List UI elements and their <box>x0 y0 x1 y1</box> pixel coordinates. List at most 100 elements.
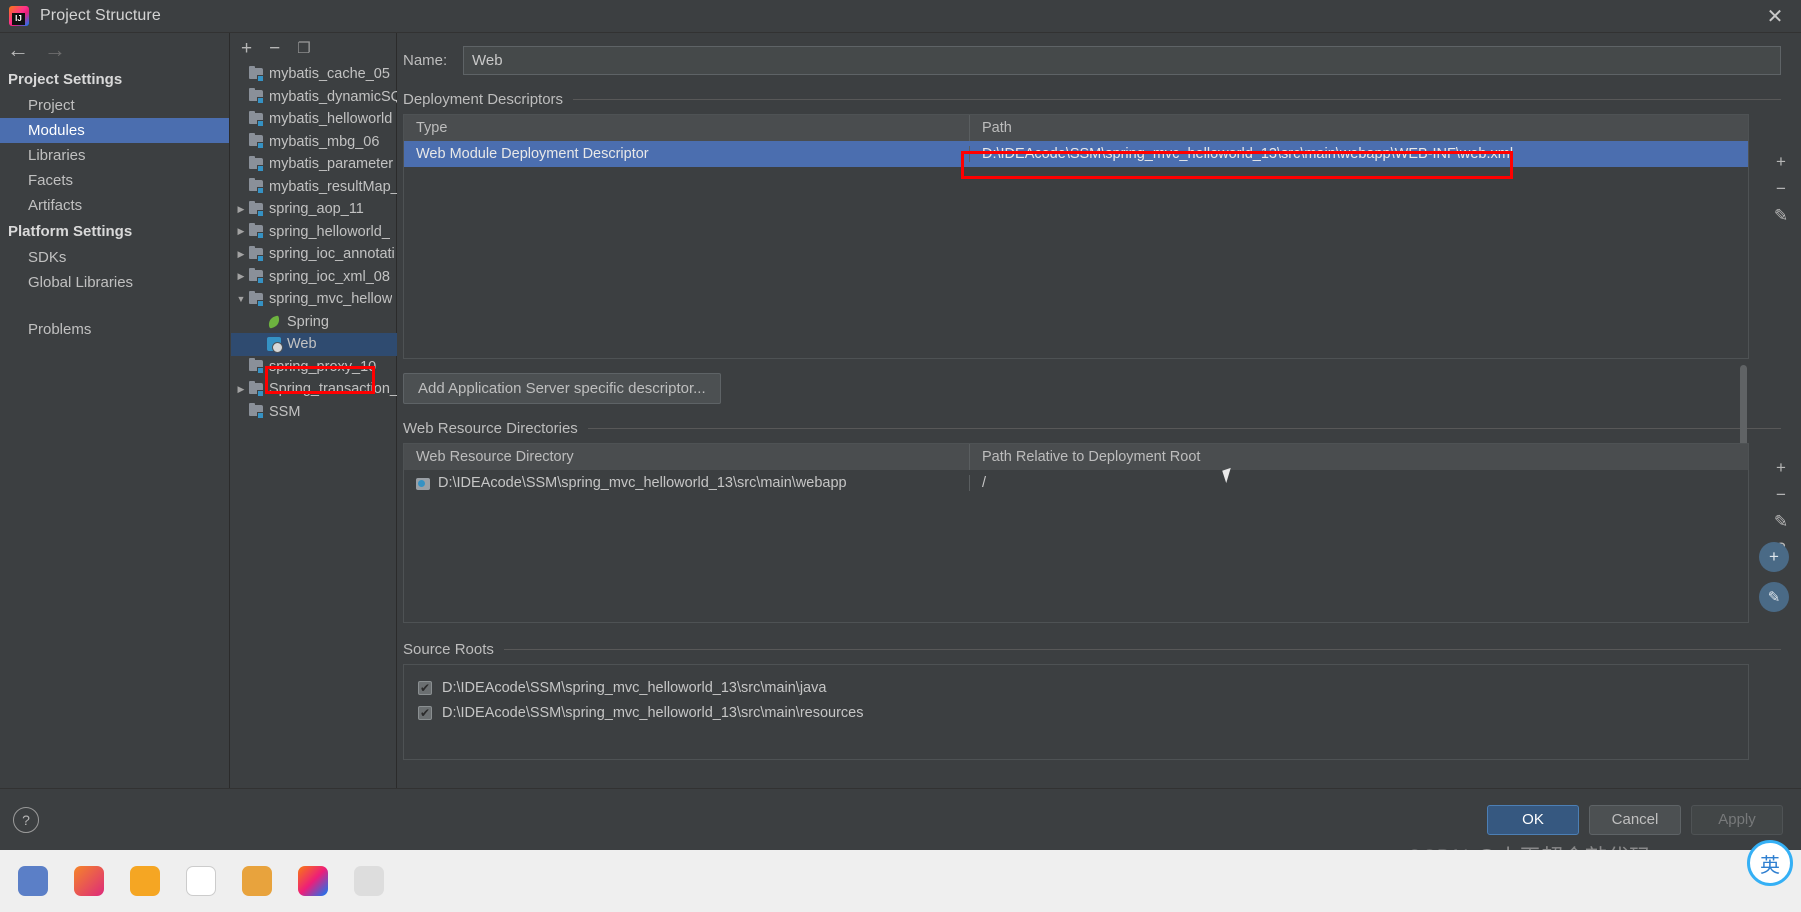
ime-language-badge[interactable]: 英 <box>1747 840 1793 886</box>
sidebar-item-problems[interactable]: Problems <box>0 317 229 342</box>
tree-row[interactable]: mybatis_helloworld <box>231 108 397 131</box>
chevron-right-icon[interactable]: ▶ <box>233 226 249 237</box>
tree-row[interactable]: ▶ spring_aop_11 <box>231 198 397 221</box>
tree-row[interactable]: mybatis_mbg_06 <box>231 131 397 154</box>
module-icon <box>249 358 264 375</box>
remove-web-resource-button[interactable]: − <box>1776 486 1786 503</box>
sidebar-item-artifacts[interactable]: Artifacts <box>0 193 229 218</box>
tree-row-label: Web <box>287 336 317 353</box>
deployment-descriptors-label: Deployment Descriptors <box>403 91 564 108</box>
chevron-right-icon[interactable]: ▶ <box>233 271 249 282</box>
sidebar-item-sdks[interactable]: SDKs <box>0 245 229 270</box>
module-icon <box>249 245 264 262</box>
tree-row-label: mybatis_cache_05 <box>269 66 390 83</box>
module-icon <box>249 403 264 420</box>
taskbar-icon-2[interactable] <box>74 866 104 896</box>
close-icon[interactable]: ✕ <box>1749 0 1801 33</box>
edit-web-resource-button[interactable]: ✎ <box>1774 513 1788 530</box>
tree-row-label: spring_aop_11 <box>269 201 364 218</box>
taskbar-icon-7[interactable] <box>354 866 384 896</box>
taskbar-icon-6[interactable] <box>298 866 328 896</box>
tree-row-spring-facet[interactable]: Spring <box>231 311 397 334</box>
name-row: Name: <box>403 45 1781 75</box>
module-tree: mybatis_cache_05 mybatis_dynamicSQ mybat… <box>231 63 397 753</box>
module-tree-panel: + − ❐ mybatis_cache_05 mybatis_dynamicSQ… <box>231 33 397 850</box>
taskbar-icon-3[interactable] <box>130 866 160 896</box>
source-root-item[interactable]: ✔ D:\IDEAcode\SSM\spring_mvc_helloworld_… <box>404 675 1748 700</box>
name-label: Name: <box>403 51 448 69</box>
taskbar-icon-1[interactable] <box>18 866 48 896</box>
add-floating-button[interactable]: + <box>1759 542 1789 572</box>
tree-row-spring-mvc-helloworld[interactable]: ▼ spring_mvc_hellow <box>231 288 397 311</box>
tree-row-label: Spring_transaction_ <box>269 381 397 398</box>
name-input[interactable] <box>463 45 1781 75</box>
source-root-checkbox[interactable]: ✔ <box>418 680 432 695</box>
sidebar-item-global-libraries[interactable]: Global Libraries <box>0 270 229 295</box>
ok-button[interactable]: OK <box>1487 804 1579 835</box>
arrow-left-icon[interactable]: ← <box>7 38 29 61</box>
windows-taskbar <box>0 850 1801 912</box>
add-server-descriptor-row: Add Application Server specific descript… <box>403 373 1781 404</box>
tree-row-label: spring_ioc_annotati <box>269 246 395 263</box>
table-row-web-module-deployment-descriptor[interactable]: Web Module Deployment Descriptor D:\IDEA… <box>404 141 1748 167</box>
tree-row[interactable]: ▶ Spring_transaction_ <box>231 378 397 401</box>
sidebar-item-libraries[interactable]: Libraries <box>0 143 229 168</box>
tree-row-label: mybatis_parameter <box>269 156 394 173</box>
web-resource-directories-table: Web Resource Directory Path Relative to … <box>403 443 1749 623</box>
chevron-right-icon[interactable]: ▶ <box>233 204 249 215</box>
edit-descriptor-button[interactable]: ✎ <box>1774 207 1788 224</box>
sidebar-item-facets[interactable]: Facets <box>0 168 229 193</box>
web-resource-directories-label: Web Resource Directories <box>403 420 578 437</box>
tree-row[interactable]: ▶ spring_ioc_annotati <box>231 243 397 266</box>
chevron-right-icon[interactable]: ▶ <box>233 249 249 260</box>
help-button[interactable]: ? <box>13 806 39 833</box>
cell-type: Web Module Deployment Descriptor <box>404 146 970 162</box>
source-root-checkbox[interactable]: ✔ <box>418 705 432 720</box>
copy-module-icon[interactable]: ❐ <box>297 39 310 58</box>
table-header-row: Web Resource Directory Path Relative to … <box>404 444 1748 470</box>
module-icon <box>249 133 264 150</box>
intellij-idea-logo-icon <box>9 6 29 26</box>
module-icon <box>249 155 264 172</box>
module-icon <box>249 65 264 82</box>
table-header-row: Type Path <box>404 115 1748 141</box>
tree-row[interactable]: ▶ spring_ioc_xml_08 <box>231 266 397 289</box>
section-divider <box>587 428 1781 429</box>
tree-row[interactable]: spring_proxy_10 <box>231 356 397 379</box>
source-roots-header: Source Roots <box>403 641 1781 658</box>
apply-button[interactable]: Apply <box>1691 804 1783 835</box>
taskbar-icon-5[interactable] <box>242 866 272 896</box>
sidebar-item-modules[interactable]: Modules <box>0 118 229 143</box>
tree-row-web-facet[interactable]: Web <box>231 333 397 356</box>
add-module-icon[interactable]: + <box>241 39 252 58</box>
taskbar-icon-4[interactable] <box>186 866 216 896</box>
add-web-resource-button[interactable]: + <box>1776 459 1786 476</box>
edit-floating-button[interactable]: ✎ <box>1759 582 1789 612</box>
source-root-label: D:\IDEAcode\SSM\spring_mvc_helloworld_13… <box>442 704 864 721</box>
source-root-item[interactable]: ✔ D:\IDEAcode\SSM\spring_mvc_helloworld_… <box>404 700 1748 725</box>
tree-row[interactable]: mybatis_parameter <box>231 153 397 176</box>
section-divider <box>573 99 1781 100</box>
taskbar-icons <box>0 850 1801 912</box>
remove-module-icon[interactable]: − <box>269 39 280 58</box>
add-application-server-descriptor-button[interactable]: Add Application Server specific descript… <box>403 373 721 404</box>
web-facet-icon <box>267 337 283 354</box>
tree-row[interactable]: mybatis_cache_05 <box>231 63 397 86</box>
sidebar-item-project[interactable]: Project <box>0 93 229 118</box>
deployment-descriptors-table: Type Path Web Module Deployment Descript… <box>403 114 1749 475</box>
remove-descriptor-button[interactable]: − <box>1776 180 1786 197</box>
arrow-right-icon[interactable]: → <box>44 38 66 61</box>
module-icon <box>249 268 264 285</box>
tree-row[interactable]: mybatis_resultMap_ <box>231 176 397 199</box>
chevron-right-icon[interactable]: ▶ <box>233 384 249 395</box>
cancel-button[interactable]: Cancel <box>1589 804 1681 835</box>
tree-row-label: spring_helloworld_ <box>269 223 390 240</box>
add-descriptor-button[interactable]: + <box>1776 153 1786 170</box>
tree-row[interactable]: ▶ spring_helloworld_ <box>231 221 397 244</box>
settings-sidebar: ← → Project Settings Project Modules Lib… <box>0 33 230 850</box>
table-row-web-resource-directory[interactable]: D:\IDEAcode\SSM\spring_mvc_helloworld_13… <box>404 470 1748 496</box>
tree-row[interactable]: SSM <box>231 401 397 424</box>
tree-row[interactable]: mybatis_dynamicSQ <box>231 86 397 109</box>
title-bar: Project Structure ✕ <box>0 0 1801 33</box>
chevron-down-icon[interactable]: ▼ <box>233 294 249 304</box>
